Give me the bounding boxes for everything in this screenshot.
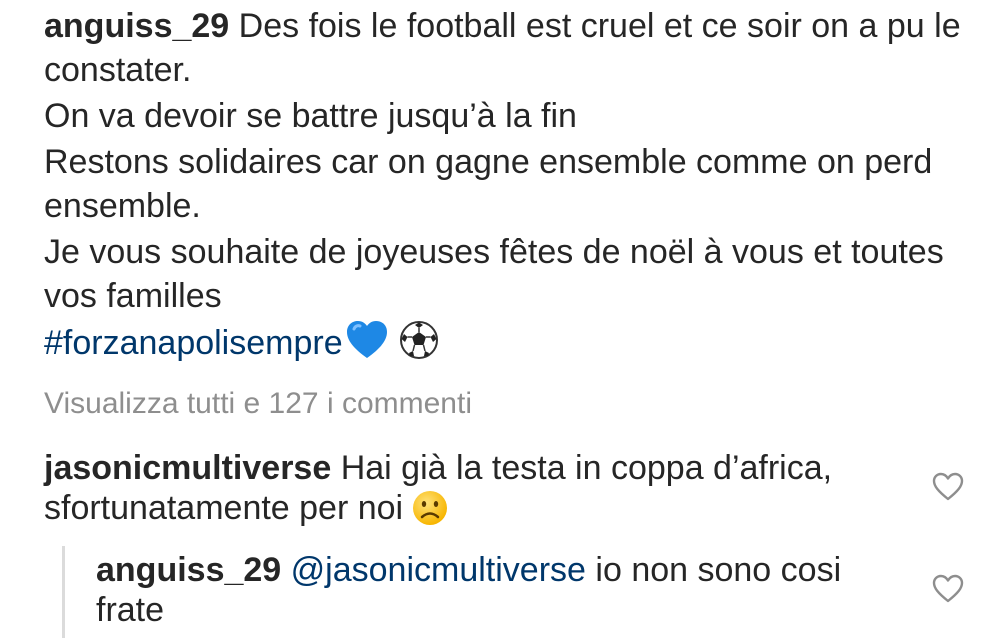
like-reply-heart-icon[interactable] [932,574,964,604]
caption-text-4: Je vous souhaite de joyeuses fêtes de no… [44,233,944,315]
caption-text-3: Restons solidaires car on gagne ensemble… [44,143,933,225]
blue-heart-icon [345,320,389,371]
comment-item: jasonicmultiverse Hai già la testa in co… [44,448,904,536]
caption-hashtag-line: #forzanapolisempre [44,320,974,371]
post-caption: anguiss_29 Des fois le football est crue… [44,4,974,371]
caption-username[interactable]: anguiss_29 [44,7,229,45]
reply-username[interactable]: anguiss_29 [96,551,281,589]
soccer-ball-icon [399,320,439,371]
sad-face-icon [411,489,449,536]
caption-first-line: anguiss_29 Des fois le football est crue… [44,4,974,92]
reply-mention[interactable]: @jasonicmultiverse [291,551,586,589]
reply-item: anguiss_29 @jasonicmultiverse io non son… [96,550,916,630]
hashtag-link[interactable]: #forzanapolisempre [44,324,343,362]
view-all-comments-link[interactable]: Visualizza tutti e 127 i commenti [44,384,472,424]
comment-username[interactable]: jasonicmultiverse [44,449,331,487]
reply-thread-line [62,546,65,638]
caption-text-2: On va devoir se battre jusqu’à la fin [44,97,577,135]
like-comment-heart-icon[interactable] [932,472,964,502]
